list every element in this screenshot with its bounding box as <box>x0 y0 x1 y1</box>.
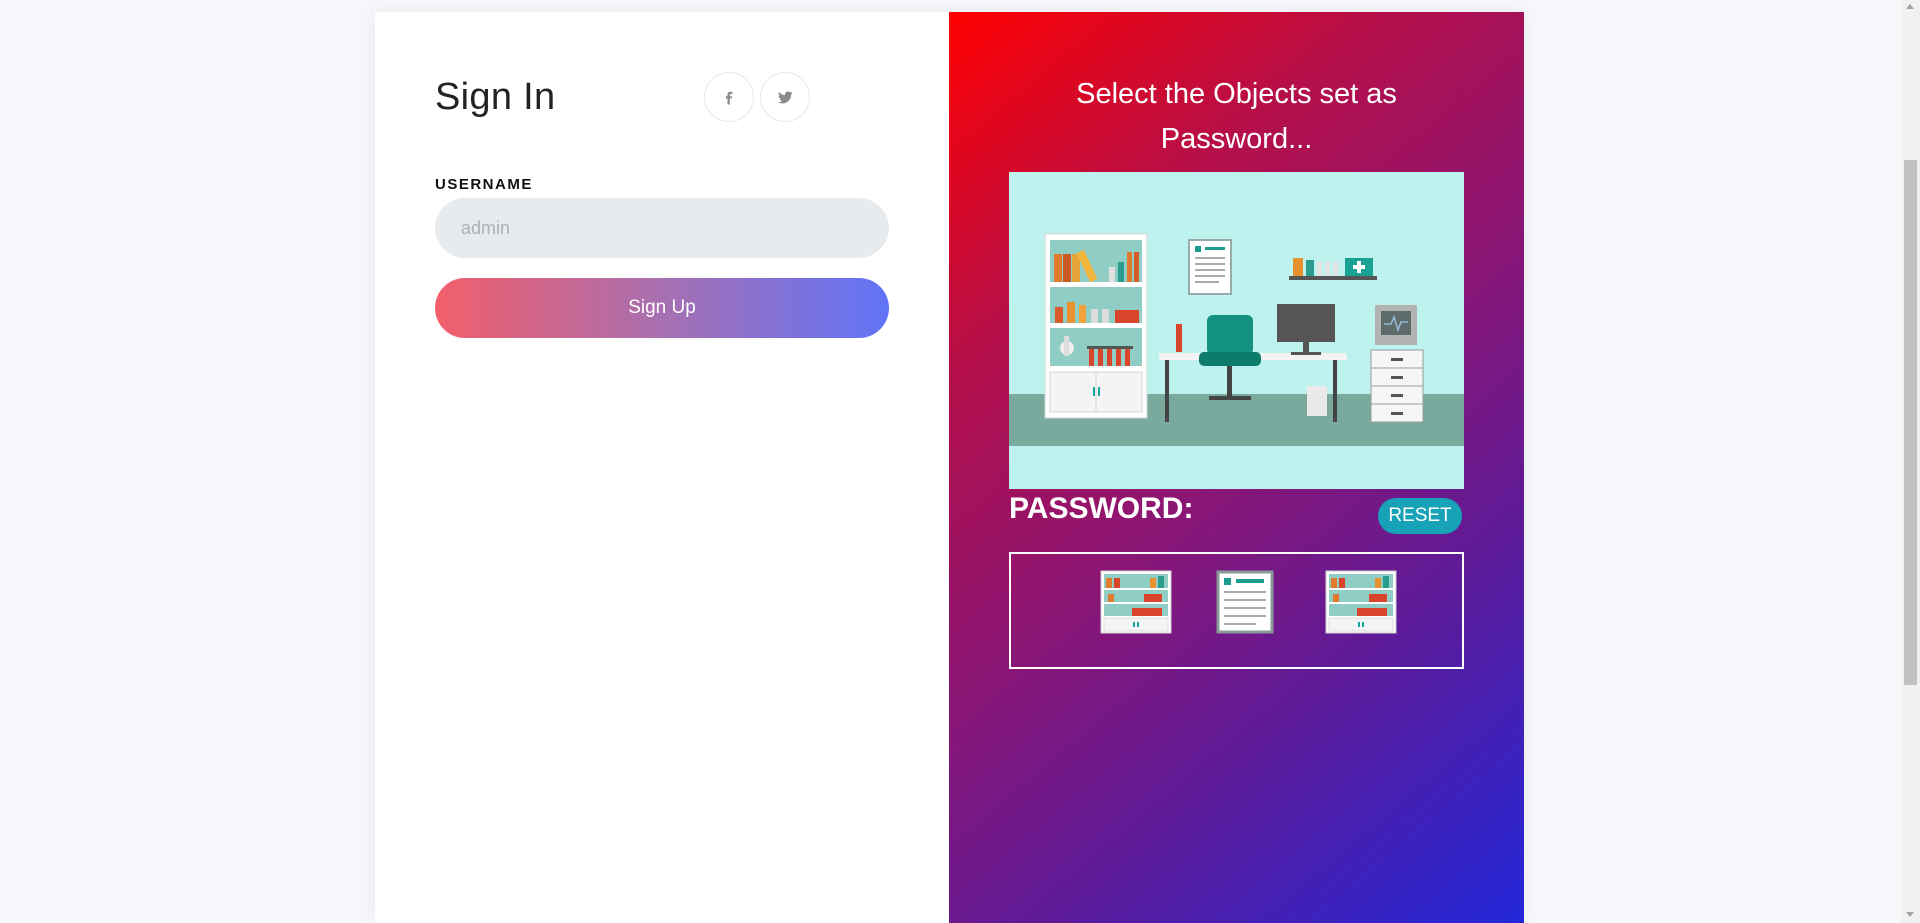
bookshelf-icon <box>1100 570 1172 634</box>
scrollbar-thumb[interactable] <box>1904 160 1917 685</box>
twitter-button[interactable] <box>760 72 810 122</box>
clinic-office-illustration[interactable] <box>1009 172 1464 489</box>
selected-password-objects <box>1009 552 1464 669</box>
facebook-button[interactable] <box>704 72 754 122</box>
scroll-down-icon[interactable] <box>1906 912 1914 917</box>
bookshelf-icon <box>1325 570 1397 634</box>
page-scrollbar[interactable] <box>1901 0 1920 923</box>
heading-line-1: Select the Objects set as <box>1076 78 1397 110</box>
scroll-up-icon[interactable] <box>1906 4 1914 9</box>
clipboard-chart-icon <box>1216 570 1274 634</box>
password-label: PASSWORD: <box>1009 492 1194 525</box>
username-input[interactable] <box>435 198 889 258</box>
signin-panel: Sign In USERNAME Sign Up <box>375 12 949 923</box>
password-instructions: Select the Objects set as Password... <box>1009 72 1464 162</box>
ecg-cabinet-object[interactable] <box>1370 305 1424 423</box>
bookshelf-object[interactable] <box>1044 233 1148 419</box>
signin-title: Sign In <box>435 76 556 118</box>
reset-button[interactable]: RESET <box>1378 498 1462 534</box>
twitter-icon <box>778 91 793 104</box>
username-label: USERNAME <box>435 176 533 193</box>
password-panel: Select the Objects set as Password... PA… <box>949 12 1524 923</box>
login-card: Sign In USERNAME Sign Up Select the Obje… <box>375 12 1524 923</box>
signup-button[interactable]: Sign Up <box>435 278 889 338</box>
clipboard-chart-object[interactable] <box>1188 239 1232 295</box>
facebook-icon <box>726 91 733 105</box>
heading-line-2: Password... <box>1160 123 1313 155</box>
